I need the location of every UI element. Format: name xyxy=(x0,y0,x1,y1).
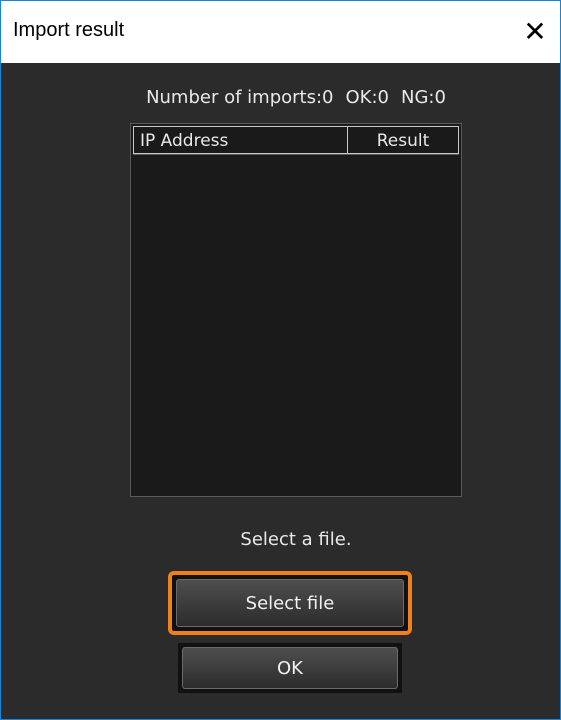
ok-button-frame: OK xyxy=(178,643,402,693)
table-header: IP Address Result xyxy=(133,126,459,155)
ok-count: OK:0 xyxy=(345,87,390,108)
column-header-ip-address[interactable]: IP Address xyxy=(133,126,348,154)
ng-count: NG:0 xyxy=(401,87,446,108)
dialog-content: Number of imports:0 OK:0 NG:0 IP Address R… xyxy=(1,63,560,719)
select-file-button-highlight: Select file xyxy=(168,571,412,635)
select-file-button[interactable]: Select file xyxy=(176,579,404,627)
import-result-dialog: Import result ✕ Number of imports:0 OK:0 N… xyxy=(0,0,561,720)
close-button[interactable]: ✕ xyxy=(510,1,560,63)
table-body xyxy=(133,156,459,494)
import-count: Number of imports:0 xyxy=(146,87,334,108)
column-header-result[interactable]: Result xyxy=(348,126,459,154)
result-table: IP Address Result xyxy=(130,123,462,497)
ok-button[interactable]: OK xyxy=(182,647,398,689)
title-bar: Import result ✕ xyxy=(1,1,560,63)
import-summary: Number of imports:0 OK:0 NG:0 xyxy=(1,87,560,108)
dialog-title: Import result xyxy=(13,19,125,41)
status-message: Select a file. xyxy=(240,529,352,550)
